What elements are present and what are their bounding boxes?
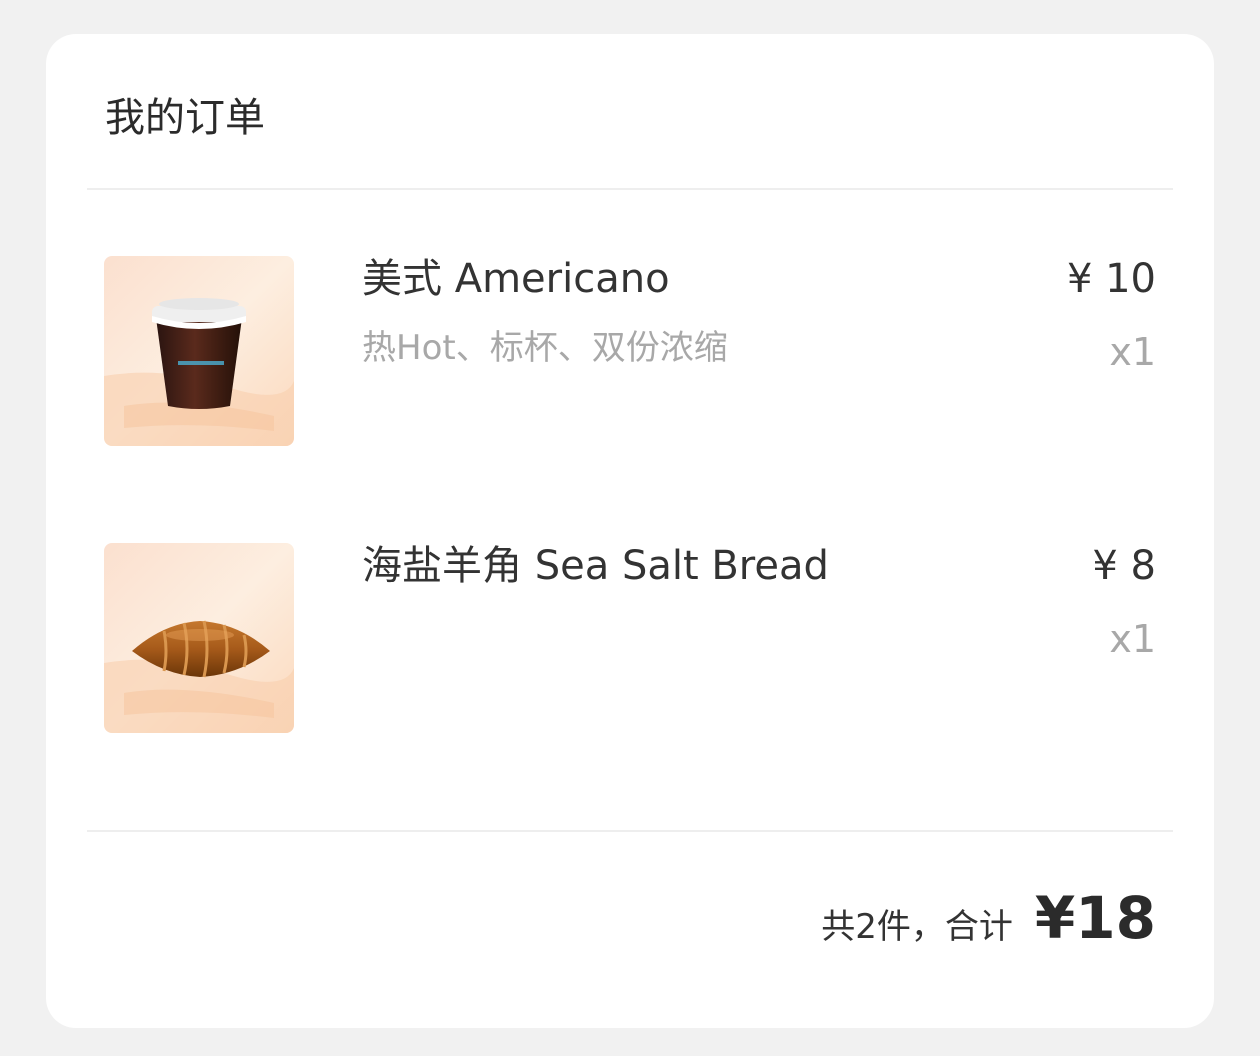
order-item-sea-salt-bread[interactable]: 海盐羊角 Sea Salt Bread ¥ 8 x1 — [46, 543, 1214, 733]
item-quantity: x1 — [1109, 330, 1156, 374]
order-summary: 共2件，合计 ¥18 — [821, 884, 1156, 954]
summary-divider — [87, 830, 1173, 832]
sea-salt-croissant-image — [104, 543, 294, 733]
order-total: ¥18 — [1034, 884, 1156, 952]
item-quantity: x1 — [1109, 617, 1156, 661]
header-divider — [87, 188, 1173, 190]
item-price: ¥ 8 — [1092, 543, 1156, 589]
item-price: ¥ 10 — [1066, 256, 1156, 302]
item-name: 美式 Americano — [362, 256, 670, 302]
iced-americano-cup-image — [104, 256, 294, 446]
item-options: 热Hot、标杯、双份浓缩 — [362, 328, 728, 368]
item-name: 海盐羊角 Sea Salt Bread — [362, 543, 829, 589]
page-title: 我的订单 — [105, 95, 265, 141]
order-card: 我的订单 美式 Americano 热Hot、标杯、双份浓缩 ¥ 10 x1 海… — [46, 34, 1214, 1028]
item-count-label: 共2件，合计 — [821, 907, 1013, 947]
order-item-americano[interactable]: 美式 Americano 热Hot、标杯、双份浓缩 ¥ 10 x1 — [46, 256, 1214, 446]
